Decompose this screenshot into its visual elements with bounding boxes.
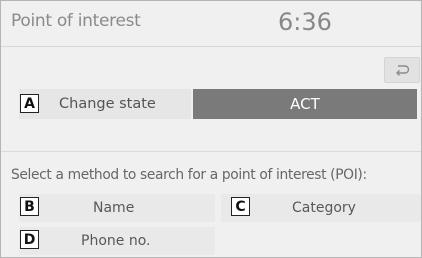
search-by-category-label: Category: [292, 200, 356, 216]
callout-badge-a: A: [20, 94, 39, 113]
callout-badge-c: C: [231, 197, 250, 216]
clock: 6:36: [278, 8, 332, 36]
callout-badge-b: B: [20, 197, 39, 216]
back-arrow-icon: [396, 65, 410, 76]
navigation-screen: Point of interest 6:36 Change state ACT …: [0, 0, 422, 258]
back-button[interactable]: [384, 57, 420, 83]
screen-title: Point of interest: [11, 11, 141, 31]
callout-badge-d: D: [20, 230, 39, 249]
title-bar: Point of interest 6:36: [1, 1, 421, 47]
search-by-name-label: Name: [93, 200, 135, 216]
section-divider: [1, 151, 421, 152]
change-state-label: Change state: [59, 96, 156, 112]
act-toggle-button[interactable]: ACT: [193, 89, 417, 119]
act-toggle-label: ACT: [290, 95, 320, 113]
search-by-category-button[interactable]: Category: [221, 194, 421, 222]
change-state-row: Change state ACT: [19, 89, 417, 119]
search-by-phone-label: Phone no.: [81, 233, 151, 249]
change-state-button[interactable]: Change state: [19, 89, 191, 119]
search-by-name-button[interactable]: Name: [19, 194, 215, 222]
search-by-phone-button[interactable]: Phone no.: [19, 227, 215, 255]
search-method-prompt: Select a method to search for a point of…: [11, 167, 367, 183]
